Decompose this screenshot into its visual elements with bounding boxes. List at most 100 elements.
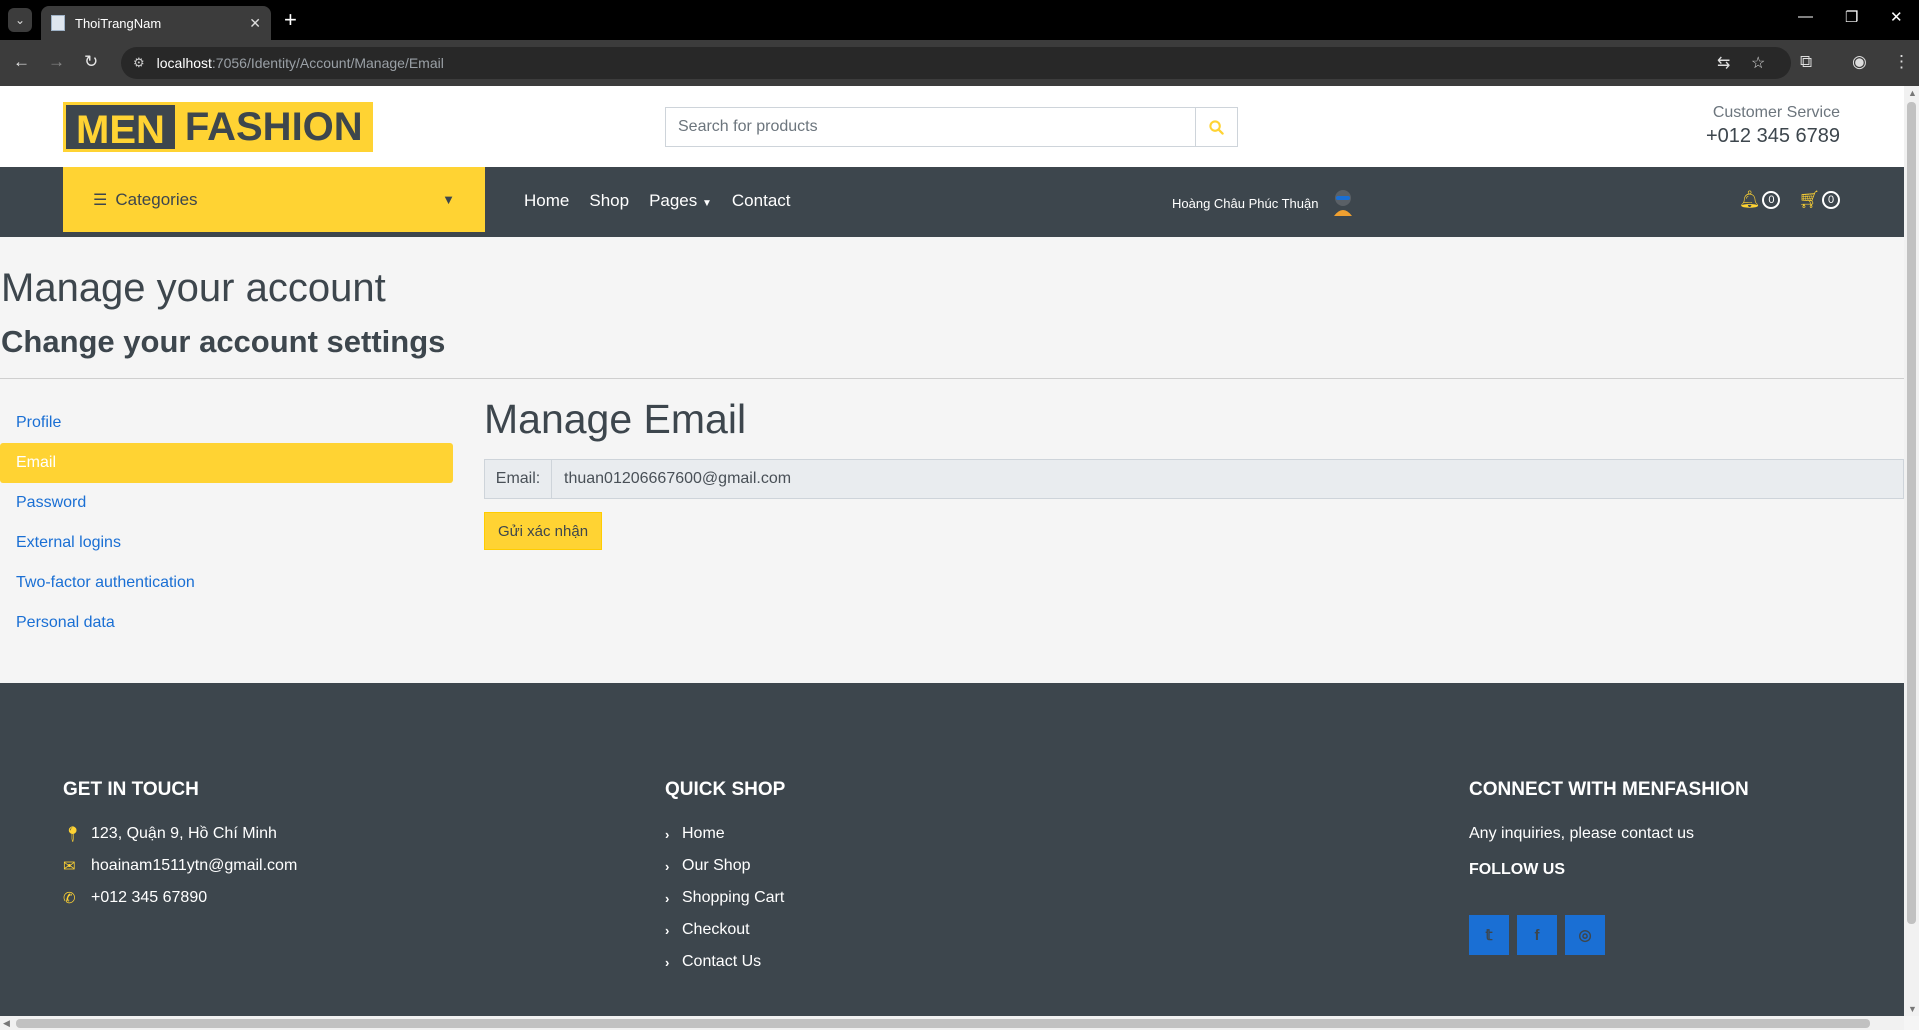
footer-heading-quick-shop: QUICK SHOP (665, 779, 786, 800)
email-label: Email: (484, 459, 552, 499)
minimize-icon[interactable]: — (1798, 8, 1813, 25)
tab-search-button[interactable]: ⌄ (8, 8, 32, 32)
footer-link-home[interactable]: › Home (665, 825, 725, 843)
restore-icon[interactable]: ❐ (1845, 8, 1858, 26)
more-menu-icon[interactable]: ⋮ (1893, 52, 1910, 72)
divider (0, 378, 1904, 379)
cart-count: 0 (1822, 191, 1840, 209)
side-nav-email[interactable]: Email (0, 443, 453, 483)
chevron-right-icon: › (665, 826, 670, 842)
facebook-icon[interactable]: f (1517, 915, 1557, 955)
nav-pages[interactable]: Pages ▼ (649, 191, 712, 211)
vertical-scroll-thumb[interactable] (1907, 102, 1916, 924)
horizontal-scrollbar[interactable]: ◀ (0, 1016, 1904, 1030)
footer-heading-connect: CONNECT WITH MENFASHION (1469, 779, 1749, 800)
footer-link-contact-us[interactable]: › Contact Us (665, 953, 761, 971)
nav-contact[interactable]: Contact (732, 191, 791, 211)
horizontal-scroll-thumb[interactable] (16, 1019, 1870, 1028)
send-confirmation-button[interactable]: Gửi xác nhận (484, 512, 602, 550)
search-icon (1209, 119, 1224, 135)
forward-icon[interactable]: → (48, 52, 65, 72)
bell-icon: 🔔︎ (1738, 190, 1761, 209)
footer-connect-text: Any inquiries, please contact us (1469, 825, 1695, 842)
site-header: MEN FASHION Customer Service +012 345 67… (0, 86, 1904, 167)
customer-service: Customer Service +012 345 6789 (1706, 104, 1840, 148)
page-title: Manage your account (1, 266, 386, 310)
chevron-down-icon: ▼ (442, 192, 455, 207)
envelope-icon: ✉ (63, 858, 76, 875)
section-heading: Manage Email (484, 396, 747, 442)
notifications-button[interactable]: 🔔︎ 0 (1739, 190, 1781, 210)
search-form (665, 107, 1238, 147)
page-icon (51, 15, 65, 31)
chevron-right-icon: › (665, 922, 670, 938)
back-icon[interactable]: ← (13, 52, 30, 72)
new-tab-button[interactable]: + (284, 7, 297, 33)
chevron-down-icon: ▼ (702, 198, 712, 209)
scroll-up-icon[interactable]: ▲ (1908, 88, 1917, 98)
user-menu[interactable]: Hoàng Châu Phúc Thuận (1172, 188, 1356, 218)
search-input[interactable] (665, 107, 1196, 147)
page: MEN FASHION Customer Service +012 345 67… (0, 86, 1904, 1016)
nav-icons: 🔔︎ 0 🛒︎ 0 (1739, 190, 1840, 210)
browser-tab[interactable]: ThoiTrangNam ✕ (41, 6, 271, 40)
main-navbar: ☰ Categories ▼ Home Shop Pages ▼ Contact… (0, 167, 1904, 237)
site-logo[interactable]: MEN FASHION (63, 102, 373, 152)
extensions-icon[interactable]: ⧉ (1800, 52, 1812, 72)
page-subtitle: Change your account settings (1, 324, 446, 359)
footer-phone: ✆ +012 345 67890 (63, 889, 208, 907)
close-icon[interactable]: ✕ (249, 15, 261, 32)
footer-email: ✉ hoainam1511ytn@gmail.com (63, 857, 298, 875)
footer-follow-heading: FOLLOW US (1469, 861, 1565, 878)
search-button[interactable] (1196, 107, 1238, 147)
customer-service-label: Customer Service (1712, 104, 1840, 121)
phone-icon: ✆ (63, 890, 76, 907)
footer-heading-contact: GET IN TOUCH (63, 779, 199, 800)
browser-tab-bar: ⌄ ThoiTrangNam ✕ + — ❐ ✕ (0, 0, 1919, 40)
nav-home[interactable]: Home (524, 191, 569, 211)
instagram-icon[interactable]: ◎ (1565, 915, 1605, 955)
scroll-down-icon[interactable]: ▼ (1908, 1004, 1917, 1014)
twitter-icon[interactable]: 𝕥 (1469, 915, 1509, 955)
side-nav-two-factor[interactable]: Two-factor authentication (0, 563, 453, 603)
vertical-scrollbar[interactable]: ▲ ▼ (1904, 86, 1919, 1016)
site-info-icon[interactable]: ⚙ (133, 55, 145, 71)
nav-shop[interactable]: Shop (589, 191, 629, 211)
side-nav-external-logins[interactable]: External logins (0, 523, 453, 563)
customer-service-phone: +012 345 6789 (1705, 125, 1840, 147)
cart-icon: 🛒︎ (1798, 190, 1820, 209)
footer-link-shopping-cart[interactable]: › Shopping Cart (665, 889, 784, 907)
bars-icon: ☰ (93, 191, 108, 209)
email-field-group: Email: (484, 459, 1904, 499)
browser-toolbar: ← → ↻ ⚙ localhost:7056/Identity/Account/… (0, 40, 1919, 86)
footer-link-our-shop[interactable]: › Our Shop (665, 857, 750, 875)
address-bar[interactable]: ⚙ localhost:7056/Identity/Account/Manage… (121, 47, 1791, 79)
account-side-nav: Profile Email Password External logins T… (0, 403, 453, 643)
categories-dropdown[interactable]: ☰ Categories ▼ (63, 167, 485, 232)
footer-link-checkout[interactable]: › Checkout (665, 921, 750, 939)
profile-icon[interactable]: ◉ (1852, 52, 1867, 72)
reload-icon[interactable]: ↻ (84, 52, 98, 72)
notification-count: 0 (1762, 191, 1781, 209)
scroll-left-icon[interactable]: ◀ (3, 1018, 10, 1029)
email-field[interactable] (552, 459, 1904, 499)
nav-menu: Home Shop Pages ▼ Contact (524, 191, 791, 211)
chevron-right-icon: › (665, 890, 670, 906)
chevron-right-icon: › (665, 858, 670, 874)
footer-address: 📍︎ 123, Quận 9, Hồ Chí Minh (63, 825, 277, 843)
site-footer: GET IN TOUCH 📍︎ 123, Quận 9, Hồ Chí Minh … (0, 683, 1904, 1016)
side-nav-profile[interactable]: Profile (0, 403, 453, 443)
logo-men: MEN (63, 102, 175, 152)
window-close-icon[interactable]: ✕ (1890, 8, 1903, 26)
bookmark-star-icon[interactable]: ☆ (1751, 53, 1765, 73)
url-text: localhost:7056/Identity/Account/Manage/E… (156, 55, 444, 71)
tab-title: ThoiTrangNam (75, 15, 162, 31)
categories-label: Categories (115, 189, 198, 209)
user-name: Hoàng Châu Phúc Thuận (1172, 195, 1319, 211)
side-nav-personal-data[interactable]: Personal data (0, 603, 453, 643)
cart-button[interactable]: 🛒︎ 0 (1798, 190, 1840, 210)
map-pin-icon: 📍︎ (63, 826, 83, 843)
logo-fashion: FASHION (174, 102, 373, 152)
translate-icon[interactable]: ⇆ (1717, 53, 1730, 73)
side-nav-password[interactable]: Password (0, 483, 453, 523)
